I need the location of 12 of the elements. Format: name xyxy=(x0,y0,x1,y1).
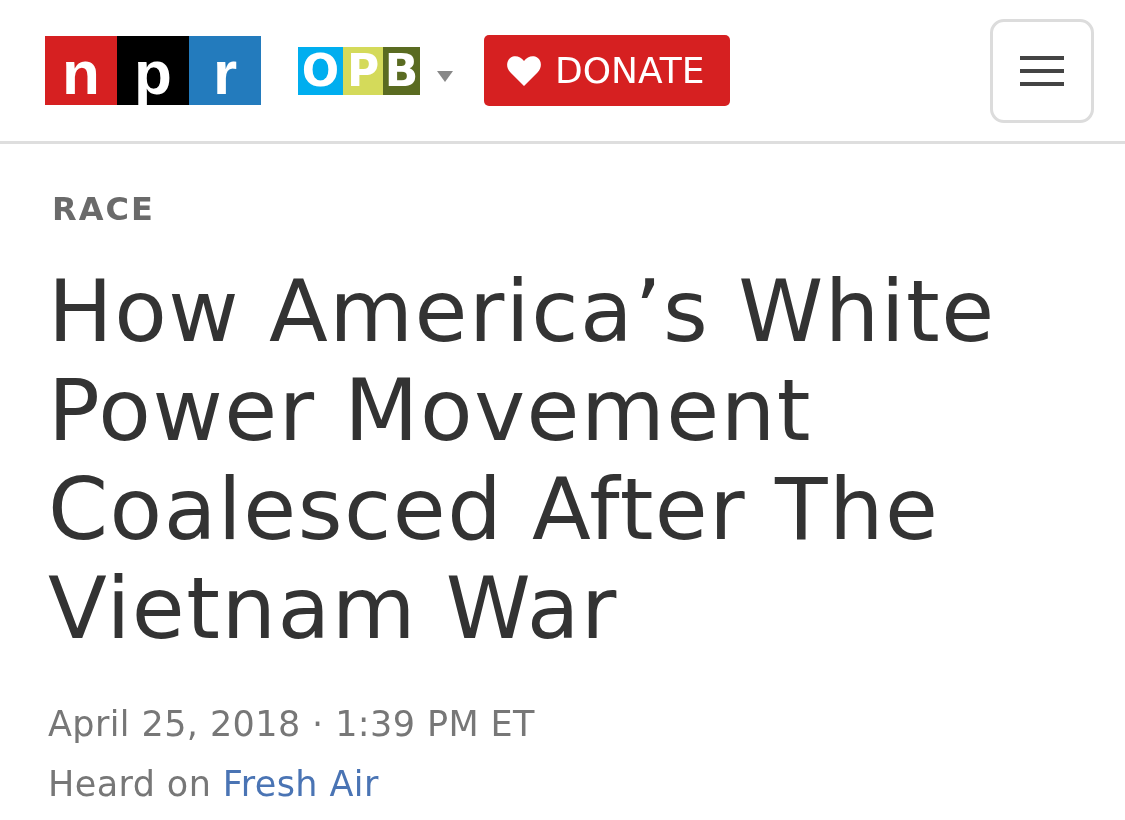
menu-button[interactable] xyxy=(990,18,1094,123)
caret-icon[interactable] xyxy=(437,71,453,82)
station-logo[interactable]: O P B xyxy=(298,46,420,95)
menu-icon xyxy=(1020,55,1064,86)
heard-on-text: Heard on Fresh Air xyxy=(48,763,380,806)
heart-icon xyxy=(507,55,541,86)
article-date: April 25, 2018 · 1:39 PM ET xyxy=(48,703,536,746)
section-link[interactable]: RACE xyxy=(52,190,155,228)
article-title: How America’s White Power Movement Coalesced After The Vietnam War xyxy=(48,262,997,658)
npr-logo[interactable]: n p r xyxy=(45,36,261,105)
donate-button[interactable]: DONATE xyxy=(484,35,730,106)
program-link[interactable]: Fresh Air xyxy=(222,764,379,804)
